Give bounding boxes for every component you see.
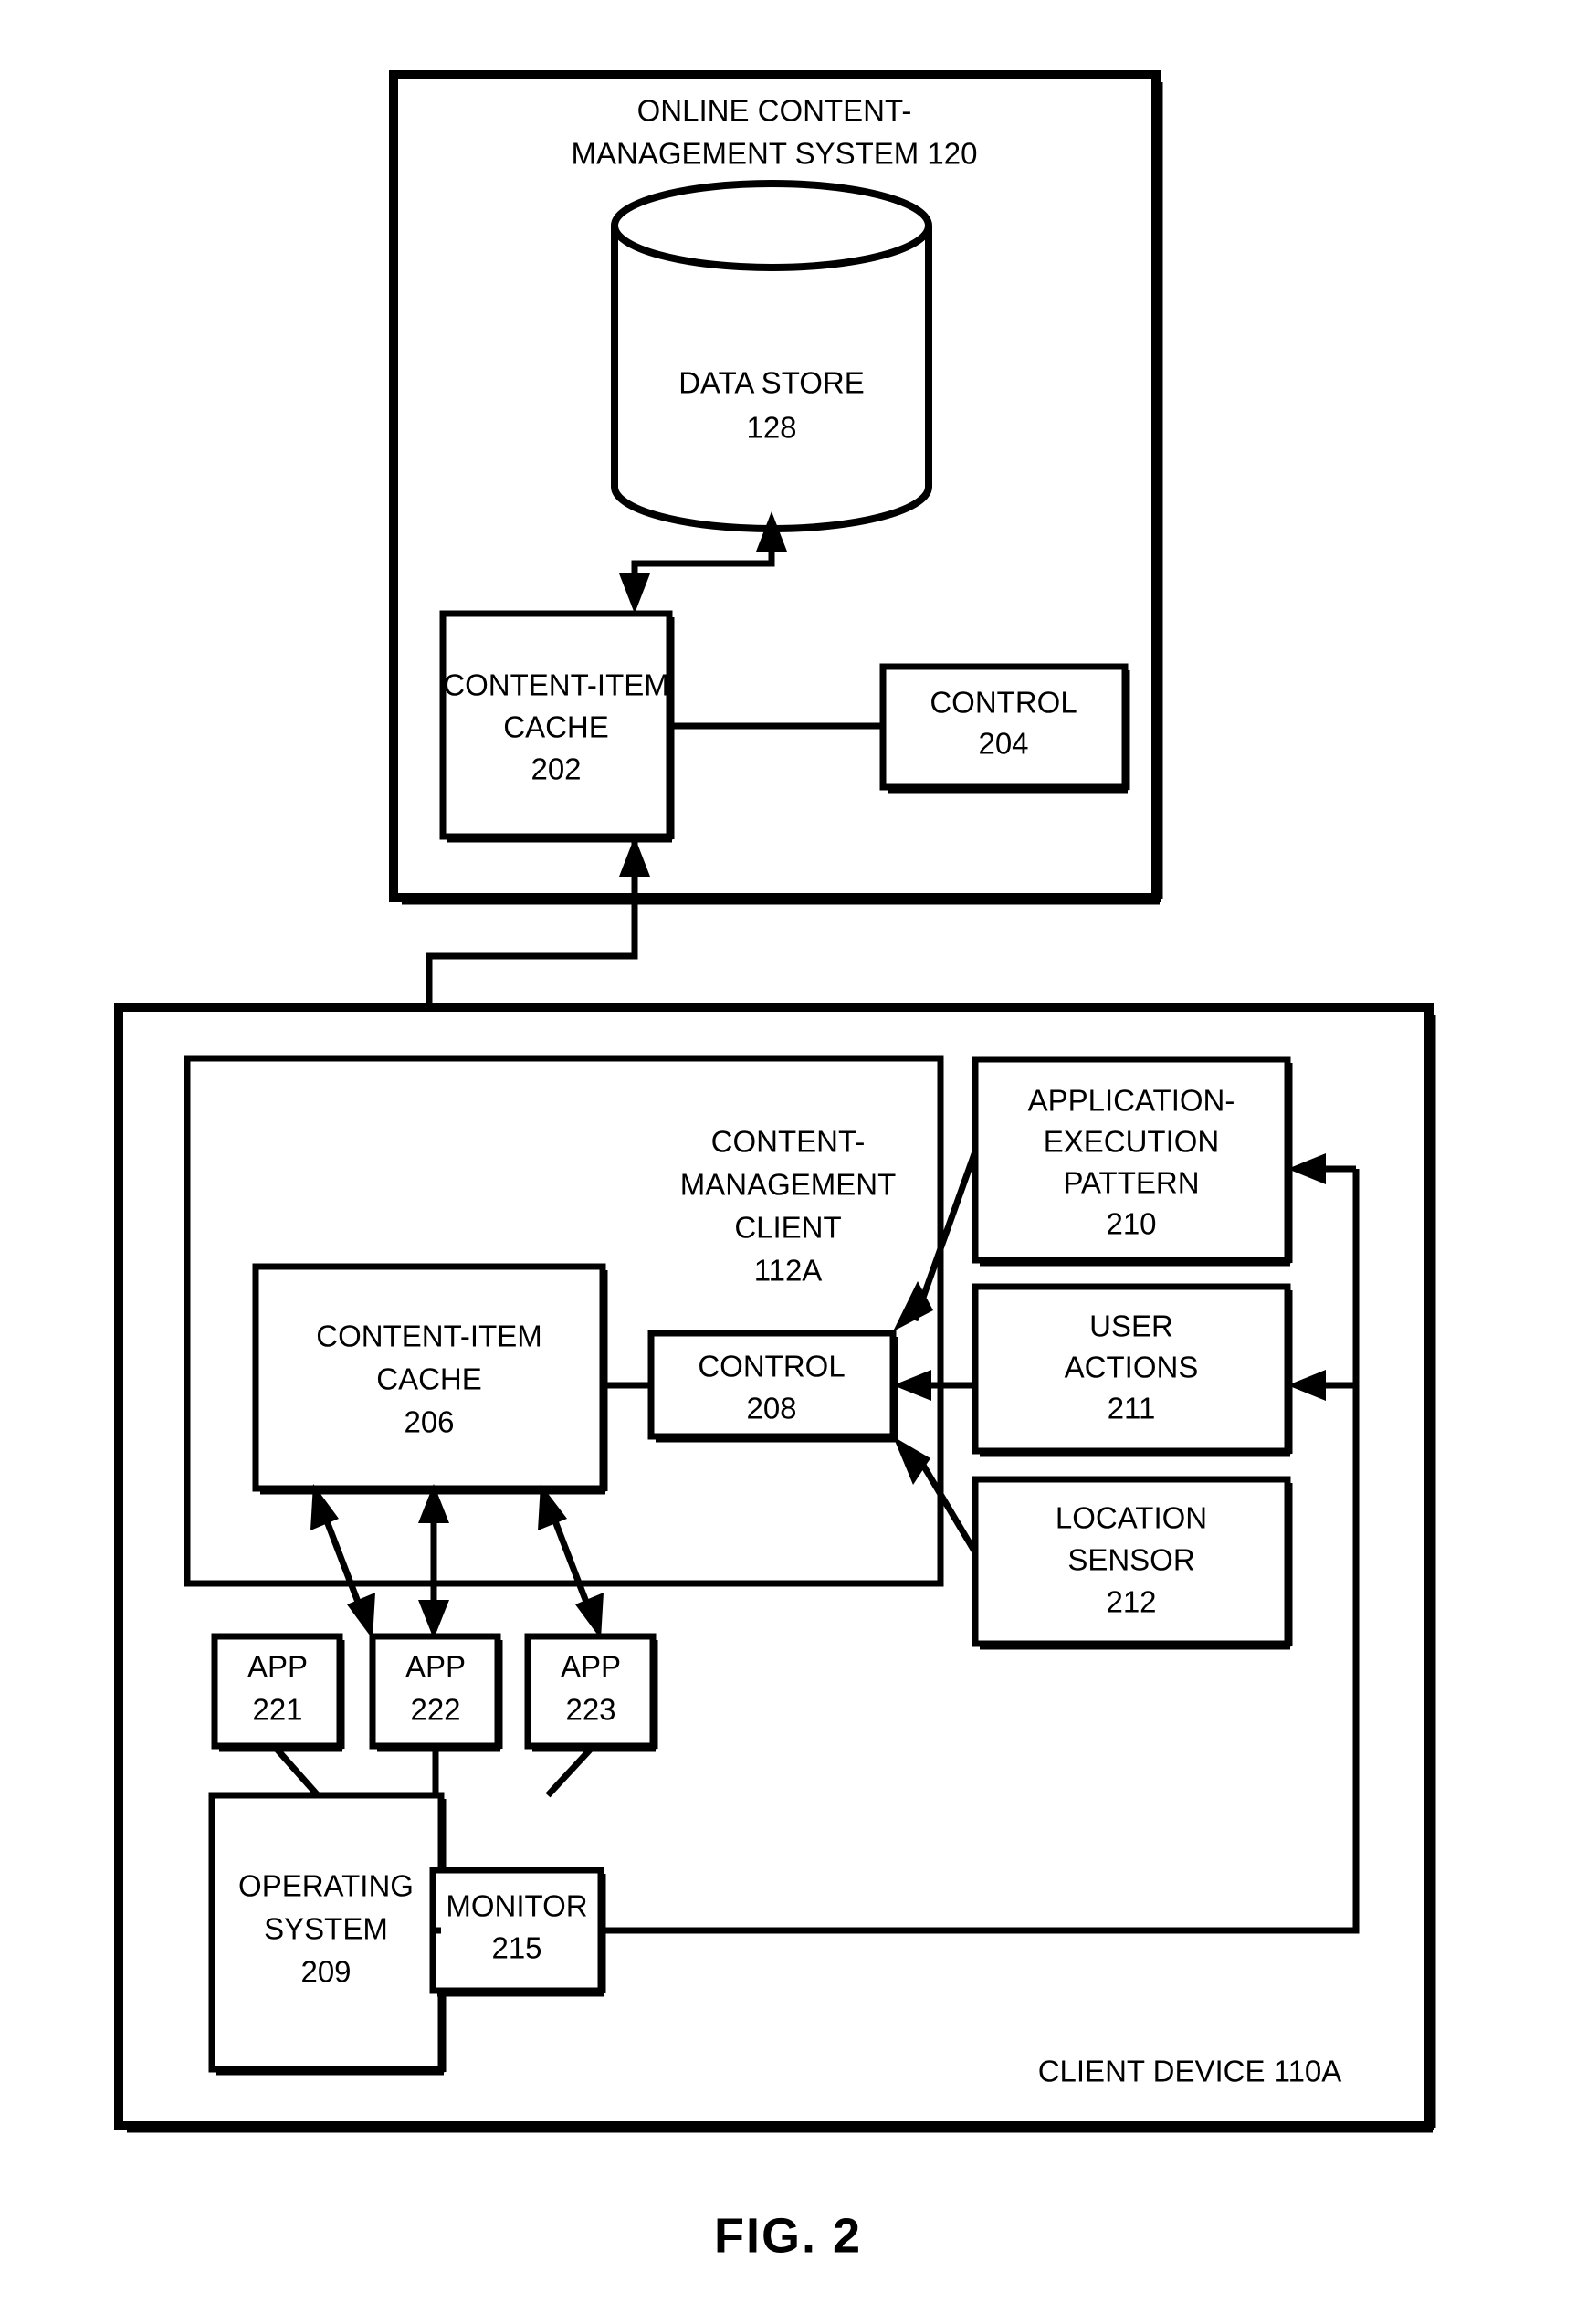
user-actions-ref: 211: [1108, 1392, 1156, 1425]
cmc-ref: 112A: [754, 1254, 823, 1288]
aep-line1: APPLICATION-: [1028, 1084, 1235, 1118]
data-store-ref: 128: [746, 411, 796, 445]
user-actions-line1: USER: [1089, 1309, 1173, 1343]
server-cache-line1: CONTENT-ITEM: [443, 668, 668, 702]
server-cache-line2: CACHE: [503, 710, 609, 744]
app-222-label: APP: [405, 1650, 466, 1684]
location-sensor-ref: 212: [1106, 1585, 1156, 1619]
cmc-line1: CONTENT-: [711, 1125, 866, 1159]
app-222-ref: 222: [410, 1693, 460, 1727]
client-cache-line1: CONTENT-ITEM: [316, 1320, 541, 1353]
figure-2-diagram: ONLINE CONTENT- MANAGEMENT SYSTEM 120 DA…: [0, 0, 1576, 2324]
client-cache-line2: CACHE: [376, 1362, 482, 1396]
client-control-label: CONTROL: [698, 1350, 845, 1383]
data-store-cylinder-icon: [611, 180, 932, 532]
client-device-label: CLIENT DEVICE 110A: [1038, 2055, 1342, 2088]
figure-caption: FIG. 2: [714, 2208, 862, 2263]
server-control-label: CONTROL: [930, 686, 1077, 720]
os-line2: SYSTEM: [264, 1912, 388, 1946]
aep-line2: EXECUTION: [1044, 1125, 1220, 1159]
monitor-label: MONITOR: [446, 1889, 587, 1923]
os-line1: OPERATING: [238, 1869, 414, 1903]
os-ref: 209: [300, 1955, 351, 1989]
client-cache-ref: 206: [404, 1405, 454, 1439]
location-sensor-line2: SENSOR: [1067, 1543, 1194, 1577]
location-sensor-line1: LOCATION: [1056, 1501, 1207, 1535]
server-cache-ref: 202: [531, 752, 581, 786]
app-221-label: APP: [247, 1650, 308, 1684]
monitor-ref: 215: [491, 1931, 541, 1965]
client-control-ref: 208: [746, 1392, 796, 1425]
aep-ref: 210: [1106, 1207, 1156, 1241]
app-223-label: APP: [561, 1650, 621, 1684]
app-223-ref: 223: [565, 1693, 615, 1727]
app-221-ref: 221: [252, 1693, 302, 1727]
server-control-ref: 204: [978, 727, 1028, 761]
data-store-label: DATA STORE: [678, 366, 865, 400]
cmc-line3: CLIENT: [734, 1211, 841, 1245]
aep-line3: PATTERN: [1063, 1166, 1199, 1200]
server-title-line2: MANAGEMENT SYSTEM 120: [571, 137, 977, 171]
cmc-line2: MANAGEMENT: [680, 1168, 897, 1202]
server-title-line1: ONLINE CONTENT-: [637, 94, 912, 128]
user-actions-line2: ACTIONS: [1065, 1351, 1199, 1384]
